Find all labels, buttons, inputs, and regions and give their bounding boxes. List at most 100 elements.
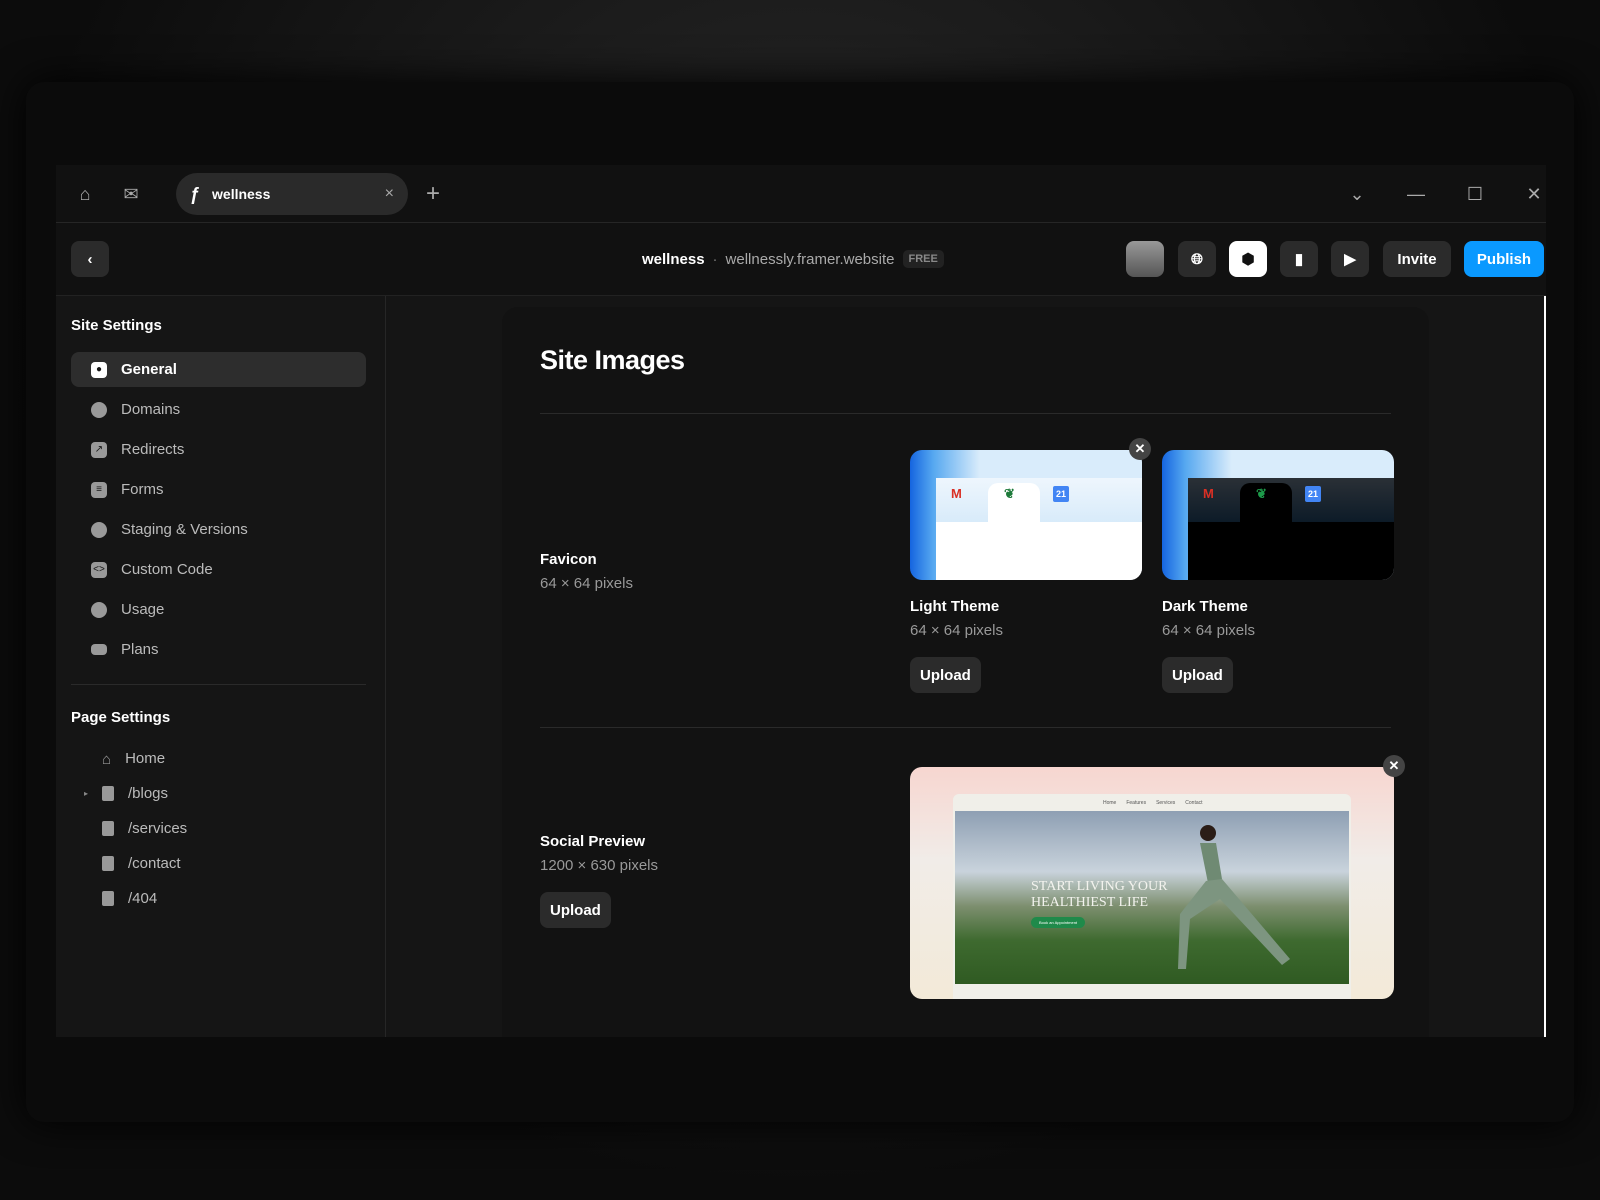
divider [71,684,366,685]
scrollbar[interactable] [1544,296,1546,1037]
site-settings-heading: Site Settings [71,317,162,334]
leaf-favicon-icon: ❦ [1256,486,1267,501]
invite-button[interactable]: Invite [1383,241,1451,277]
sidebar-item-usage[interactable]: Usage [71,592,366,627]
page-item-services[interactable]: /services [86,813,187,843]
sidebar-item-general[interactable]: ● General [71,352,366,387]
framer-logo-icon: ƒ [190,183,201,204]
social-upload-button[interactable]: Upload [540,892,611,928]
sidebar-item-domains[interactable]: Domains [71,392,366,427]
sidebar-item-custom-code[interactable]: <> Custom Code [71,552,366,587]
preview-cta: Book an Appointment [1031,917,1086,928]
dark-theme-size: 64 × 64 pixels [1162,622,1255,639]
page-label: /services [128,819,188,837]
calendar-icon: 21 [1305,486,1322,502]
yoga-woman-illustration [1178,825,1290,969]
expand-caret-icon[interactable]: ▸ [84,789,88,798]
home-icon[interactable]: ⌂ [74,183,96,205]
favicon-light-preview: M ❦ 21 [910,450,1142,580]
page-item-contact[interactable]: /contact [86,848,181,878]
site-domain-link[interactable]: wellnessly.framer.website [726,251,895,268]
page-title: Site Images [540,345,685,375]
settings-button[interactable]: ⬢ [1229,241,1267,277]
page-item-home[interactable]: ⌂ Home [86,743,165,773]
dark-theme-label: Dark Theme [1162,598,1248,615]
settings-content: Site Images Favicon 64 × 64 pixels M ❦ 2… [386,296,1546,1037]
preview-headline: START LIVING YOUR [1031,879,1168,894]
back-button[interactable]: ‹ [71,241,109,277]
item-label: Custom Code [121,561,213,578]
social-preview-size: 1200 × 630 pixels [540,857,659,874]
sidebar-item-plans[interactable]: Plans [71,632,366,667]
item-label: General [121,361,177,378]
item-label: Redirects [121,441,185,458]
light-theme-label: Light Theme [910,598,1000,615]
nav-item: Contact [1185,799,1203,806]
maximize-button[interactable]: ☐ [1462,181,1488,207]
page-settings-heading: Page Settings [71,709,171,726]
close-window-button[interactable]: ✕ [1521,181,1546,207]
remove-social-preview-button[interactable]: ✕ [1383,755,1405,777]
light-theme-size: 64 × 64 pixels [910,622,1003,639]
preview-nav: Home Features Services Contact [953,794,1351,811]
publish-button[interactable]: Publish [1464,241,1544,277]
inbox-icon[interactable]: ✉ [120,183,142,205]
tab-close-icon[interactable]: × [385,185,394,203]
favicon-label: Favicon [540,551,597,568]
page-icon [102,890,114,906]
minimize-button[interactable]: — [1403,181,1429,207]
favicon-size: 64 × 64 pixels [540,575,633,592]
remove-favicon-button[interactable]: ✕ [1129,438,1151,460]
preview-button[interactable]: ▶ [1331,241,1369,277]
page-label: /404 [128,889,158,907]
item-label: Staging & Versions [121,521,248,538]
chevron-down-icon[interactable]: ⌄ [1344,181,1370,207]
globe-button[interactable]: 🌐︎ [1178,241,1216,277]
page-item-404[interactable]: /404 [86,883,157,913]
globe-icon [91,401,107,418]
page-icon [102,785,114,801]
project-name: wellness [642,250,705,268]
title-bar: ⌂ ✉ ƒ wellness × + ⌄ — ☐ ✕ [56,165,1546,223]
calendar-icon: 21 [1053,486,1070,502]
sidebar-item-redirects[interactable]: ↗ Redirects [71,432,366,467]
site-images-card: Site Images Favicon 64 × 64 pixels M ❦ 2… [502,307,1429,1037]
social-preview-image: Home Features Services Contact START LIV… [910,767,1394,999]
item-label: Domains [121,401,181,418]
page-icon [102,855,114,871]
dark-upload-button[interactable]: Upload [1162,657,1233,693]
divider [540,413,1391,414]
nav-item: Home [1103,799,1117,806]
tab-wellness[interactable]: ƒ wellness × [176,173,408,215]
analytics-button[interactable]: ▮ [1280,241,1318,277]
project-toolbar: ‹ wellness · wellnessly.framer.website F… [56,223,1546,296]
plan-badge: FREE [902,250,944,268]
social-preview-label: Social Preview [540,833,646,850]
app-window: ⌂ ✉ ƒ wellness × + ⌄ — ☐ ✕ ‹ wellness · … [56,165,1546,1037]
separator: · [712,250,718,268]
page-label: /contact [128,854,181,872]
favicon-dark-preview: M ❦ 21 [1162,450,1394,580]
project-breadcrumb: wellness · wellnessly.framer.website FRE… [642,250,944,268]
new-tab-button[interactable]: + [420,180,446,207]
gauge-icon [91,601,107,618]
home-icon: ⌂ [102,750,112,768]
sidebar-item-staging[interactable]: Staging & Versions [71,512,366,547]
clock-icon [91,521,107,538]
item-label: Usage [121,601,165,618]
nav-item: Services [1156,799,1176,806]
avatar[interactable] [1126,241,1164,277]
page-label: /blogs [128,784,169,802]
item-label: Plans [121,641,159,658]
item-label: Forms [121,481,164,498]
divider [540,727,1391,728]
page-item-blogs[interactable]: ▸ /blogs [84,778,169,808]
sidebar-item-forms[interactable]: ≡ Forms [71,472,366,507]
leaf-favicon-icon: ❦ [1004,486,1015,501]
gmail-icon: M [951,486,962,501]
form-icon: ≡ [91,481,107,498]
code-icon: <> [91,561,107,578]
card-icon [91,644,107,655]
preview-hero: START LIVING YOUR HEALTHIEST LIFE Book an… [955,811,1349,984]
light-upload-button[interactable]: Upload [910,657,981,693]
